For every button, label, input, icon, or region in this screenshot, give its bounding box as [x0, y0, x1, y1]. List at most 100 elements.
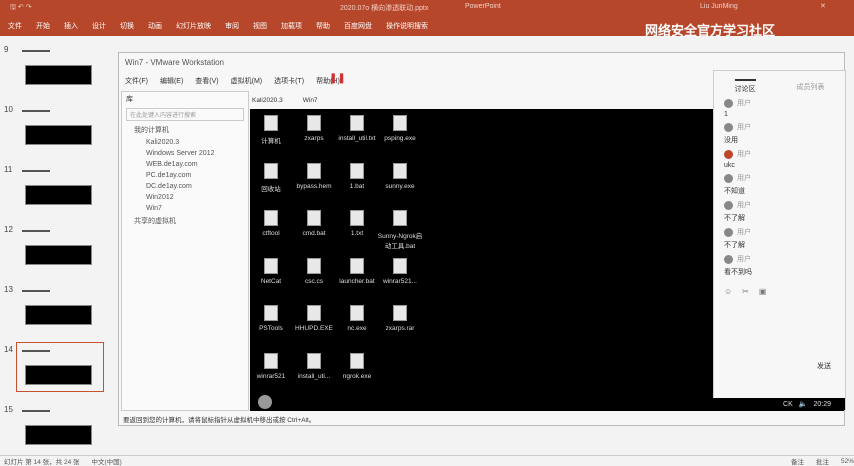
tree-my-computer[interactable]: 我的计算机: [122, 123, 248, 137]
sender-name: 用户: [737, 202, 751, 209]
tree-vm-item[interactable]: Windows Server 2012: [122, 148, 248, 159]
file-icon: [350, 210, 364, 226]
slide-title-line: [22, 290, 50, 292]
slide-thumbnail[interactable]: [25, 185, 92, 205]
slide-thumbnail[interactable]: [25, 125, 92, 145]
vmware-menu-item[interactable]: 文件(F): [125, 76, 148, 86]
slide-thumbnail[interactable]: [25, 245, 92, 265]
file-icon: [393, 210, 407, 226]
slide-thumbnail[interactable]: [25, 65, 92, 85]
chat-message: 用户 不知道: [714, 169, 845, 196]
desktop-icon[interactable]: ngrok.exe: [332, 352, 382, 380]
sender-name: 用户: [737, 151, 751, 158]
file-icon: [393, 115, 407, 131]
pause-icon[interactable]: ❚❚: [329, 73, 346, 84]
clock: 20:29: [813, 400, 831, 408]
ribbon-tab[interactable]: 插入: [64, 21, 78, 31]
vmware-menu-item[interactable]: 查看(V): [195, 76, 218, 86]
desktop-icon[interactable]: sunny.exe: [375, 162, 425, 190]
ribbon-tab[interactable]: 幻灯片放映: [176, 21, 211, 31]
avatar: [724, 173, 733, 183]
tree-vm-item[interactable]: Win7: [122, 203, 248, 214]
vm-taskbar: CK 🔈 20:29: [700, 398, 845, 410]
tab-members[interactable]: 成员列表: [797, 79, 825, 94]
ribbon-tab[interactable]: 动画: [148, 21, 162, 31]
slide-title-line: [22, 230, 50, 232]
sender-name: 用户: [737, 256, 751, 263]
file-icon: [350, 115, 364, 131]
vmware-menu-item[interactable]: 编辑(E): [160, 76, 183, 86]
vm-status-bar: 要返回到您的计算机，请将鼠标指针从虚拟机中移出或按 Ctrl+Alt。: [123, 417, 316, 424]
status-item[interactable]: 备注: [791, 456, 804, 466]
ribbon-tab[interactable]: 切换: [120, 21, 134, 31]
chat-sender: 用户: [724, 98, 837, 108]
ribbon-tab[interactable]: 加载项: [281, 21, 302, 31]
file-icon: [264, 162, 278, 179]
message-text: 不知道: [724, 188, 745, 195]
volume-icon[interactable]: 🔈: [799, 400, 808, 408]
ribbon-tab[interactable]: 开始: [36, 21, 50, 31]
chat-sender: 用户: [724, 122, 837, 132]
avatar: [724, 98, 733, 108]
file-icon: [350, 305, 364, 321]
library-search-input[interactable]: 在此处键入内容进行搜索: [126, 108, 244, 121]
status-item[interactable]: 52%: [841, 458, 854, 465]
slide-number: 14: [4, 345, 13, 354]
tree-vm-item[interactable]: WEB.de1ay.com: [122, 159, 248, 170]
slide-thumbnail[interactable]: [25, 305, 92, 325]
ribbon-tab[interactable]: 审阅: [225, 21, 239, 31]
sender-name: 用户: [737, 100, 751, 107]
file-icon: [350, 352, 364, 369]
vm-tab[interactable]: Kali2020.3: [252, 97, 283, 104]
desktop-icon[interactable]: psping.exe: [375, 115, 425, 142]
tree-shared-vms[interactable]: 共享的虚拟机: [122, 214, 248, 228]
file-icon: [350, 257, 364, 274]
tree-vm-item[interactable]: DC.de1ay.com: [122, 181, 248, 192]
slide-thumbnail[interactable]: [25, 425, 92, 445]
quick-access-toolbar[interactable]: 🖫 ↶ ↷: [10, 3, 32, 14]
ribbon-tab[interactable]: 帮助: [316, 21, 330, 31]
desktop-icon[interactable]: winrar521...: [375, 257, 425, 285]
status-item[interactable]: 批注: [816, 456, 829, 466]
input-language[interactable]: CK: [783, 401, 793, 408]
desktop-icon[interactable]: Sunny-Ngrok启动工具.bat: [375, 210, 425, 250]
file-icon: [264, 257, 278, 274]
watermark: 网络安全官方学习社区: [645, 23, 776, 38]
file-icon: [264, 115, 278, 131]
status-bar: 幻灯片 第 14 张，共 24 张 中文(中国) 备注 批注 52%: [0, 455, 854, 466]
file-icon: [307, 257, 321, 274]
ribbon-tab[interactable]: 设计: [92, 21, 106, 31]
desktop-icon-label: sunny.exe: [385, 182, 415, 190]
desktop-icon-label: winrar521...: [383, 277, 417, 285]
scissors-icon[interactable]: ✂: [742, 287, 749, 296]
desktop-icon-label: Sunny-Ngrok启动工具.bat: [377, 233, 423, 250]
selected-slide-border[interactable]: [16, 342, 104, 392]
chat-message: 用户 不了解: [714, 196, 845, 223]
emoji-icon[interactable]: ☺: [724, 287, 732, 296]
slide-number: 12: [4, 225, 13, 234]
vm-tab[interactable]: Win7: [303, 97, 318, 104]
close-icon[interactable]: ✕: [820, 2, 826, 10]
app-name: PowerPoint: [465, 3, 501, 10]
chat-message: 用户 没用: [714, 118, 845, 145]
ribbon-tab[interactable]: 操作说明搜索: [386, 21, 428, 31]
ribbon-tab[interactable]: 视图: [253, 21, 267, 31]
image-icon[interactable]: ▣: [759, 287, 767, 296]
slide-title-line: [22, 110, 50, 112]
tree-vm-item[interactable]: Win2012: [122, 192, 248, 203]
vmware-menu-item[interactable]: 选项卡(T): [274, 76, 304, 86]
tree-vm-item[interactable]: Kali2020.3: [122, 137, 248, 148]
ribbon-tab[interactable]: 百度网盘: [344, 21, 372, 31]
chat-sender: 用户: [724, 149, 837, 159]
tree-vm-item[interactable]: PC.de1ay.com: [122, 170, 248, 181]
tab-discussion[interactable]: 讨论区: [734, 79, 756, 94]
avatar: [724, 122, 733, 132]
file-icon: [350, 162, 364, 179]
chat-message: 用户 ukc: [714, 145, 845, 169]
desktop-icon[interactable]: zxarps.rar: [375, 305, 425, 332]
vmware-menu-item[interactable]: 虚拟机(M): [231, 76, 263, 86]
send-button[interactable]: 发送: [817, 361, 831, 371]
chat-sender: 用户: [724, 254, 837, 264]
ribbon-tab[interactable]: 文件: [8, 21, 22, 31]
start-button[interactable]: [258, 395, 272, 409]
